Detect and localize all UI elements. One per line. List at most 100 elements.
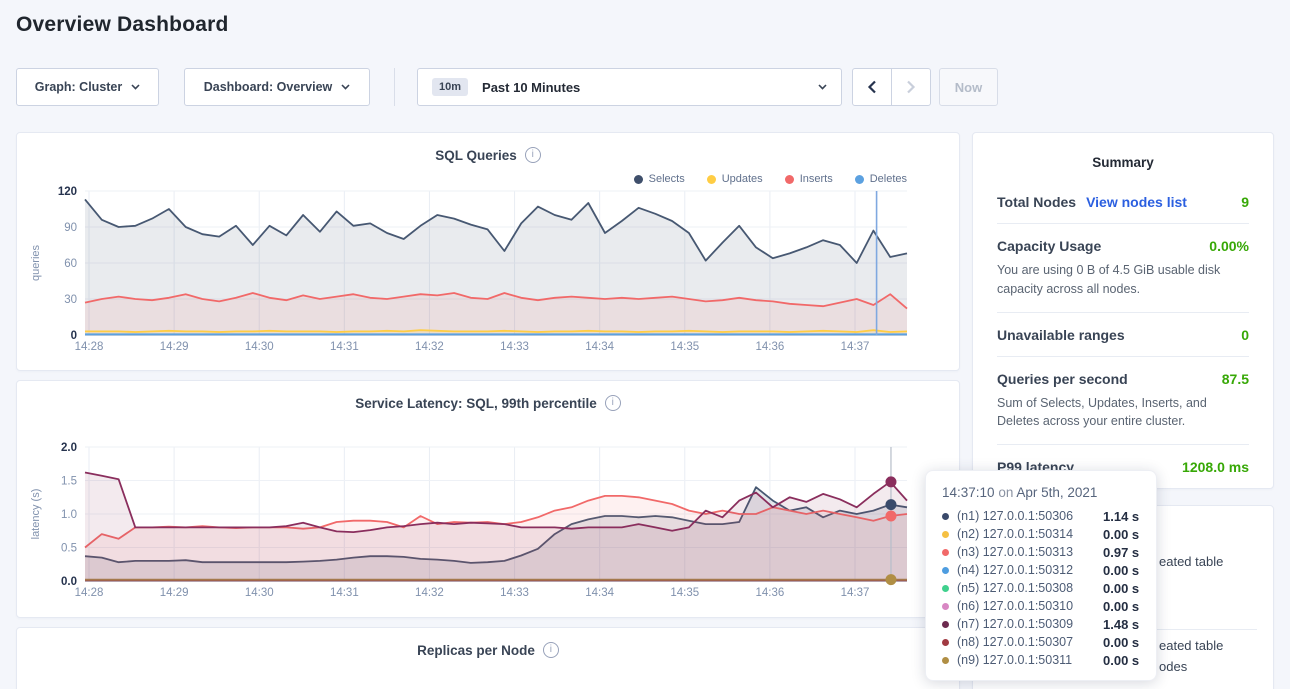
svg-text:2.0: 2.0	[61, 442, 77, 454]
svg-text:latency (s): latency (s)	[30, 489, 42, 540]
svg-text:14:37: 14:37	[841, 587, 870, 599]
node-color-dot	[942, 603, 949, 610]
chevron-down-icon	[341, 84, 350, 90]
svg-text:0: 0	[71, 330, 77, 342]
node-latency-value: 1.48 s	[1103, 617, 1139, 632]
event-item-fragment: eated table	[1159, 554, 1223, 569]
node-color-dot	[942, 513, 949, 520]
svg-text:14:29: 14:29	[160, 587, 189, 599]
replicas-per-node-title: Replicas per Nodei	[17, 642, 959, 658]
node-address: (n7) 127.0.0.1:50309	[957, 617, 1103, 631]
chevron-right-icon	[906, 80, 916, 94]
svg-text:14:32: 14:32	[415, 587, 444, 599]
tooltip-node-row: (n8) 127.0.0.1:503070.00 s	[942, 633, 1140, 651]
info-icon[interactable]: i	[543, 642, 559, 658]
time-range-label: Past 10 Minutes	[482, 80, 580, 95]
overview-dashboard-page: Overview Dashboard Graph: Cluster Dashbo…	[0, 0, 1290, 689]
svg-text:14:28: 14:28	[75, 341, 104, 353]
page-title: Overview Dashboard	[16, 13, 229, 37]
replicas-per-node-card: Replicas per Nodei	[16, 627, 960, 689]
summary-row-queries-per-second: Queries per second 87.5 Sum of Selects, …	[997, 357, 1249, 446]
node-latency-value: 1.14 s	[1103, 509, 1139, 524]
svg-text:14:35: 14:35	[670, 587, 699, 599]
graph-dropdown-label: Graph: Cluster	[35, 80, 123, 94]
summary-title: Summary	[973, 133, 1273, 170]
service-latency-card: Service Latency: SQL, 99th percentilei 1…	[16, 380, 960, 618]
node-color-dot	[942, 549, 949, 556]
svg-text:0.5: 0.5	[61, 543, 77, 555]
svg-text:14:37: 14:37	[841, 341, 870, 353]
controls-divider	[394, 68, 395, 106]
unavailable-ranges-label: Unavailable ranges	[997, 327, 1125, 343]
queries-per-second-value: 87.5	[1222, 371, 1249, 387]
queries-per-second-label: Queries per second	[997, 371, 1128, 387]
queries-per-second-description: Sum of Selects, Updates, Inserts, and De…	[997, 394, 1249, 432]
node-color-dot	[942, 657, 949, 664]
node-address: (n8) 127.0.0.1:50307	[957, 635, 1103, 649]
svg-text:14:33: 14:33	[500, 587, 529, 599]
node-latency-value: 0.00 s	[1103, 599, 1139, 614]
tooltip-node-row: (n2) 127.0.0.1:503140.00 s	[942, 525, 1140, 543]
svg-text:120: 120	[58, 186, 77, 198]
svg-text:14:32: 14:32	[415, 341, 444, 353]
prev-time-button[interactable]	[853, 69, 892, 105]
time-stepper	[852, 68, 931, 106]
node-address: (n2) 127.0.0.1:50314	[957, 527, 1103, 541]
chart-hover-tooltip: 14:37:10 on Apr 5th, 2021 (n1) 127.0.0.1…	[925, 470, 1157, 681]
chevron-down-icon	[131, 84, 140, 90]
graph-dropdown-button[interactable]: Graph: Cluster	[16, 68, 159, 106]
summary-row-capacity-usage: Capacity Usage 0.00% You are using 0 B o…	[997, 224, 1249, 313]
tooltip-node-row: (n3) 127.0.0.1:503130.97 s	[942, 543, 1140, 561]
node-latency-value: 0.00 s	[1103, 581, 1139, 596]
svg-text:14:36: 14:36	[755, 587, 784, 599]
svg-text:14:33: 14:33	[500, 341, 529, 353]
time-range-badge: 10m	[432, 78, 468, 96]
total-nodes-label: Total Nodes	[997, 194, 1076, 210]
node-address: (n5) 127.0.0.1:50308	[957, 581, 1103, 595]
service-latency-chart[interactable]: 14:28 14:29 14:30 14:31 14:32 14:33 14:34 14:35…	[17, 381, 961, 619]
node-address: (n6) 127.0.0.1:50310	[957, 599, 1103, 613]
tooltip-node-row: (n5) 127.0.0.1:503080.00 s	[942, 579, 1140, 597]
svg-text:14:34: 14:34	[585, 587, 614, 599]
summary-row-unavailable-ranges: Unavailable ranges 0	[997, 313, 1249, 357]
svg-text:14:34: 14:34	[585, 341, 614, 353]
node-color-dot	[942, 531, 949, 538]
dashboard-dropdown-button[interactable]: Dashboard: Overview	[184, 68, 370, 106]
node-color-dot	[942, 621, 949, 628]
node-latency-value: 0.97 s	[1103, 545, 1139, 560]
view-nodes-list-link[interactable]: View nodes list	[1086, 194, 1187, 210]
svg-text:14:29: 14:29	[160, 341, 189, 353]
total-nodes-value: 9	[1241, 194, 1249, 210]
node-address: (n4) 127.0.0.1:50312	[957, 563, 1103, 577]
svg-text:90: 90	[64, 222, 77, 234]
sql-queries-chart[interactable]: 14:2814:2914:3014:3114:3214:3314:3414:35…	[17, 133, 961, 372]
node-latency-value: 0.00 s	[1103, 527, 1139, 542]
next-time-button[interactable]	[892, 69, 930, 105]
node-latency-value: 0.00 s	[1103, 635, 1139, 650]
svg-text:14:31: 14:31	[330, 587, 359, 599]
tooltip-timestamp: 14:37:10 on Apr 5th, 2021	[942, 485, 1140, 500]
event-item-fragment: eated table	[1159, 638, 1223, 653]
sql-queries-card: SQL Queriesi SelectsUpdatesInsertsDelete…	[16, 132, 960, 371]
node-latency-value: 0.00 s	[1103, 563, 1139, 578]
capacity-usage-label: Capacity Usage	[997, 238, 1101, 254]
svg-text:14:35: 14:35	[670, 341, 699, 353]
svg-text:30: 30	[64, 294, 77, 306]
tooltip-node-row: (n7) 127.0.0.1:503091.48 s	[942, 615, 1140, 633]
p99-latency-value: 1208.0 ms	[1182, 459, 1249, 475]
svg-text:14:28: 14:28	[75, 587, 104, 599]
tooltip-node-row: (n6) 127.0.0.1:503100.00 s	[942, 597, 1140, 615]
time-range-selector[interactable]: 10m Past 10 Minutes	[417, 68, 842, 106]
tooltip-node-row: (n1) 127.0.0.1:503061.14 s	[942, 507, 1140, 525]
node-color-dot	[942, 639, 949, 646]
summary-panel: Summary Total Nodes View nodes list 9 Ca…	[972, 132, 1274, 489]
svg-text:14:31: 14:31	[330, 341, 359, 353]
tooltip-node-row: (n9) 127.0.0.1:503110.00 s	[942, 651, 1140, 669]
chevron-down-icon	[818, 84, 827, 90]
now-button[interactable]: Now	[939, 68, 998, 106]
svg-text:60: 60	[64, 258, 77, 270]
node-address: (n1) 127.0.0.1:50306	[957, 509, 1103, 523]
unavailable-ranges-value: 0	[1241, 327, 1249, 343]
node-latency-value: 0.00 s	[1103, 653, 1139, 668]
svg-text:14:30: 14:30	[245, 587, 274, 599]
